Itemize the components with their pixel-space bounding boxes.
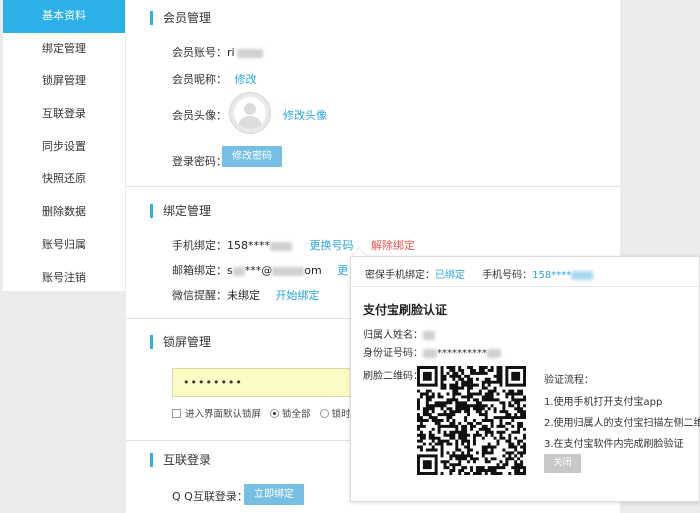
- account-redacted: [236, 48, 263, 58]
- id-value: **********: [437, 348, 487, 359]
- modify-password-button[interactable]: 修改密码: [222, 146, 282, 167]
- account-value: ri: [227, 46, 235, 59]
- step-1: 1.使用手机打开支付宝app: [544, 397, 663, 408]
- avatar[interactable]: [229, 92, 271, 134]
- phone-binding-value: 158****: [227, 239, 270, 252]
- lock-timeline-radio[interactable]: [319, 409, 329, 418]
- lock-options-row: 进入界面默认锁屏 锁全部 锁时间轴: [172, 406, 370, 420]
- email-middle: ***@: [244, 264, 273, 277]
- email-binding-row: 邮箱绑定：s ***@ om 更: [172, 262, 348, 278]
- sidebar-item-basic-info[interactable]: 基本资料: [3, 0, 125, 33]
- qq-bind-button[interactable]: 立即绑定: [244, 484, 304, 505]
- popup-arrow: [351, 247, 367, 256]
- popup-phone-redacted: [571, 270, 594, 280]
- change-email-link[interactable]: 更: [337, 264, 348, 277]
- popup-phone-label: 手机号码：: [482, 270, 533, 281]
- sidebar-item-connect-login[interactable]: 互联登录: [3, 98, 125, 131]
- id-row: 身份证号码： **********: [363, 344, 501, 359]
- sidebar-item-account-cancel[interactable]: 账号注销: [3, 262, 125, 295]
- connect-section-title: 互联登录: [150, 453, 211, 467]
- lock-all-label: 锁全部: [282, 409, 311, 420]
- step-3: 3.在支付宝软件内完成刷脸验证: [544, 439, 684, 450]
- sidebar-item-binding[interactable]: 绑定管理: [3, 33, 125, 66]
- wechat-label: 微信提醒：: [172, 289, 227, 302]
- phone-binding-row: 手机绑定：158**** 更换号码 解除绑定: [172, 237, 415, 253]
- id-redacted-2: [487, 348, 501, 358]
- nickname-label: 会员昵称：: [172, 73, 227, 86]
- member-section-title: 会员管理: [150, 11, 211, 25]
- avatar-label: 会员头像：: [172, 109, 227, 122]
- alipay-verify-popup: 密保手机绑定：已绑定 手机号码：158**** 支付宝刷脸认证 归属人姓名： 身…: [350, 256, 700, 502]
- change-phone-link[interactable]: 更换号码: [310, 239, 354, 252]
- phone-redacted: [270, 241, 292, 251]
- wechat-row: 微信提醒：未绑定 开始绑定: [172, 287, 320, 303]
- password-row: 修改密码: [222, 146, 282, 167]
- sidebar-item-sync-settings[interactable]: 同步设置: [3, 131, 125, 164]
- id-label: 身份证号码：: [363, 348, 423, 359]
- lock-all-radio[interactable]: [270, 409, 280, 418]
- email-redacted-2: [272, 266, 305, 276]
- sidebar-item-delete-data[interactable]: 删除数据: [3, 196, 125, 229]
- nickname-row: 会员昵称： 修改: [172, 71, 257, 87]
- qq-connect-row: 立即绑定: [244, 484, 304, 505]
- unbind-phone-link[interactable]: 解除绑定: [371, 239, 415, 252]
- qr-code-icon: [417, 366, 526, 475]
- sidebar-item-account-ownership[interactable]: 账号归属: [3, 229, 125, 262]
- phone-binding-label: 手机绑定：: [172, 239, 227, 252]
- sidebar: 基本资料 绑定管理 锁屏管理 互联登录 同步设置 快照还原 删除数据 账号归属 …: [3, 0, 125, 291]
- modify-nickname-link[interactable]: 修改: [235, 73, 257, 86]
- sidebar-item-lock-screen[interactable]: 锁屏管理: [3, 65, 125, 98]
- email-binding-label: 邮箱绑定：: [172, 264, 227, 277]
- member-section: 会员管理 会员账号：ri 会员昵称： 修改 会员头像： 修改头像 登录密码： 修…: [126, 0, 620, 187]
- user-silhouette-icon: [238, 103, 262, 129]
- qq-connect-label: Q Q互联登录：: [172, 490, 248, 503]
- secure-phone-label: 密保手机绑定：: [365, 270, 435, 281]
- default-lock-checkbox[interactable]: [172, 409, 181, 418]
- wechat-value: 未绑定: [227, 289, 260, 302]
- email-prefix: s: [227, 264, 233, 277]
- password-label: 登录密码：: [172, 155, 227, 168]
- email-redacted-1: [232, 266, 245, 276]
- sidebar-item-snapshot-restore[interactable]: 快照还原: [3, 163, 125, 196]
- qr-code-image: [417, 366, 526, 475]
- qr-label: 刷脸二维码：: [363, 371, 423, 382]
- modify-avatar-link[interactable]: 修改头像: [283, 107, 327, 123]
- close-button[interactable]: 关闭: [544, 454, 581, 473]
- default-lock-label: 进入界面默认锁屏: [185, 409, 262, 420]
- popup-title: 支付宝刷脸认证: [363, 303, 448, 317]
- secure-phone-status: 已绑定: [435, 270, 465, 281]
- popup-phone-status-row: 密保手机绑定：已绑定 手机号码：158****: [365, 266, 594, 281]
- account-label: 会员账号：: [172, 46, 227, 59]
- owner-row: 归属人姓名：: [363, 326, 435, 341]
- owner-redacted: [423, 330, 435, 340]
- lock-section-title: 锁屏管理: [150, 335, 211, 349]
- id-redacted-1: [423, 348, 437, 358]
- popup-header: 密保手机绑定：已绑定 手机号码：158****: [351, 257, 699, 287]
- owner-label: 归属人姓名：: [363, 330, 423, 341]
- binding-section-title: 绑定管理: [150, 204, 211, 218]
- wechat-bind-link[interactable]: 开始绑定: [276, 289, 320, 302]
- account-row: 会员账号：ri: [172, 44, 263, 60]
- step-2: 2.使用归属人的支付宝扫描左侧二维码: [544, 418, 700, 429]
- email-suffix: om: [304, 264, 322, 277]
- popup-phone-value: 158****: [532, 270, 572, 281]
- steps-title: 验证流程：: [544, 375, 594, 386]
